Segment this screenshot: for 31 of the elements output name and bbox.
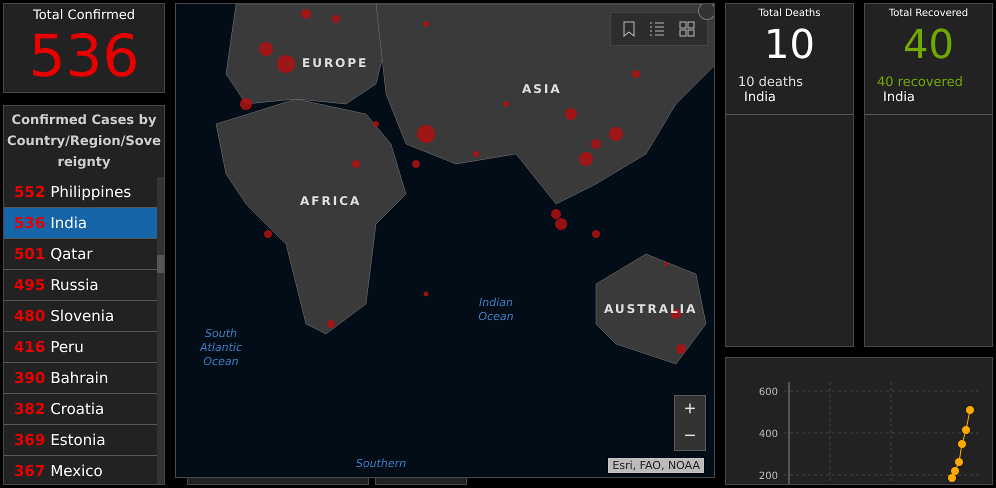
stat-value: 10 (764, 25, 815, 65)
world-map[interactable]: EUROPE ASIA AFRICA Indian Ocean AUSTRALIA South Atlantic Ocean Southern + − Esri, FAO, NOAA (175, 3, 715, 478)
map-attribution: Esri, FAO, NOAA (608, 458, 704, 473)
tab[interactable] (375, 478, 467, 485)
country-item[interactable]: 536 India (4, 208, 157, 239)
place-label: India (743, 90, 776, 105)
bookmark-icon[interactable] (623, 21, 635, 37)
place-label: India (882, 90, 915, 105)
total-title: Total Confirmed (33, 8, 135, 23)
grid-icon[interactable] (679, 21, 695, 37)
stat-detail: 40 recovered (876, 75, 963, 90)
region-label: EUROPE (302, 56, 368, 70)
list-icon[interactable] (649, 21, 665, 37)
stat-title: Total Recovered (888, 8, 968, 19)
region-label: AFRICA (300, 194, 362, 208)
expand-button[interactable] (698, 4, 714, 20)
list-title: Confirmed Cases by Country/Region/Sovereignty (6, 112, 162, 172)
total-value: 536 (28, 27, 140, 85)
ocean-label: South Atlantic Ocean (198, 327, 244, 369)
axis-tick-label: 400 (758, 429, 778, 440)
ocean-label: Indian Ocean (477, 296, 515, 324)
tab[interactable] (187, 478, 369, 485)
region-label: AUSTRALIA (604, 302, 698, 316)
axis-tick-label: 600 (758, 387, 778, 398)
scrollbar[interactable] (157, 177, 164, 484)
stat-title: Total Deaths (758, 8, 820, 19)
axis-tick-label: 200 (758, 471, 778, 482)
stat-value: 40 (903, 25, 954, 65)
region-label: ASIA (522, 82, 562, 96)
stat-detail: 10 deaths (737, 75, 803, 90)
ocean-label: Southern (354, 457, 408, 471)
